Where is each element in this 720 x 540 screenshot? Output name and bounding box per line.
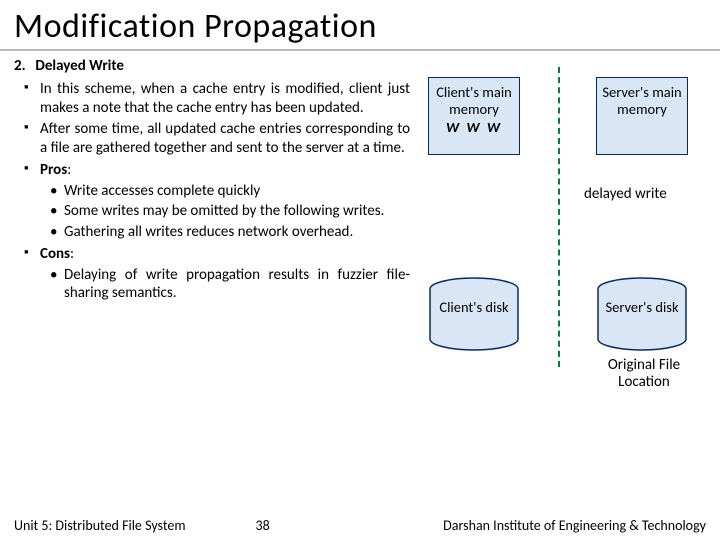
pro-item: Write accesses complete quickly <box>64 182 410 201</box>
pro-item: Gathering all writes reduces network ove… <box>64 223 410 242</box>
write-markers: W W W <box>429 119 519 136</box>
footer: Unit 5: Distributed File System 38 Darsh… <box>0 517 720 534</box>
pros-item: Pros: Write accesses complete quickly So… <box>40 161 410 242</box>
content-area: 2. Delayed Write In this scheme, when a … <box>0 51 720 306</box>
footer-institute: Darshan Institute of Engineering & Techn… <box>326 517 706 534</box>
section-title: Delayed Write <box>35 57 124 75</box>
network-divider <box>558 67 560 367</box>
original-file-label: Original File Location <box>584 357 704 392</box>
slide-title: Modification Propagation <box>0 0 720 51</box>
section-number: 2. <box>14 57 32 76</box>
pros-label: Pros <box>40 161 67 179</box>
cons-label: Cons <box>40 245 70 263</box>
footer-page: 38 <box>186 517 326 534</box>
bullet-item: In this scheme, when a cache entry is mo… <box>40 80 410 118</box>
section-heading: 2. Delayed Write <box>10 57 410 76</box>
delayed-write-label: delayed write <box>584 185 667 203</box>
client-disk-label: Client's disk <box>428 299 520 316</box>
server-memory-label: Server's main memory <box>597 84 687 117</box>
diagram-column: Client's main memory W W W Server's main… <box>410 57 710 306</box>
text-column: 2. Delayed Write In this scheme, when a … <box>10 57 410 306</box>
server-disk-label: Server's disk <box>596 299 688 316</box>
pro-item: Some writes may be omitted by the follow… <box>64 202 410 221</box>
con-item: Delaying of write propagation results in… <box>64 266 410 304</box>
client-disk-cylinder: Client's disk <box>428 277 520 351</box>
server-memory-box: Server's main memory <box>596 77 688 155</box>
footer-unit: Unit 5: Distributed File System <box>14 517 186 534</box>
server-disk-cylinder: Server's disk <box>596 277 688 351</box>
pros-list: Write accesses complete quickly Some wri… <box>40 182 410 242</box>
client-memory-box: Client's main memory W W W <box>428 77 520 155</box>
cons-list: Delaying of write propagation results in… <box>40 266 410 304</box>
bullet-list: In this scheme, when a cache entry is mo… <box>10 80 410 303</box>
cons-item: Cons: Delaying of write propagation resu… <box>40 245 410 303</box>
bullet-item: After some time, all updated cache entri… <box>40 120 410 158</box>
client-memory-label: Client's main memory <box>429 84 519 117</box>
